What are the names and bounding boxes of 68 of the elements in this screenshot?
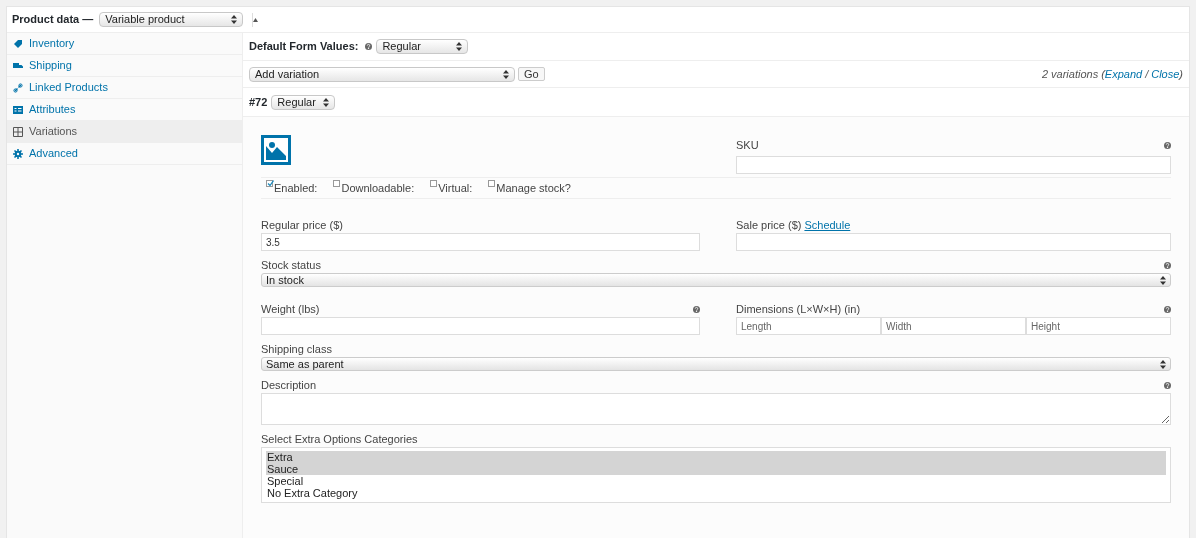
help-icon[interactable] [1164,141,1171,149]
help-icon[interactable] [365,43,373,50]
sku-field[interactable] [736,155,1171,174]
option-checkbox[interactable]: Enabled: [266,182,318,194]
go-button[interactable]: Go [518,67,545,81]
listbox-option[interactable]: Special [266,475,1166,487]
field-label: Dimensions (L×W×H) (in) [736,301,861,317]
expand-link[interactable]: Expand [1104,65,1143,83]
option-checkbox[interactable]: Manage stock? [488,182,571,194]
tag-icon [13,38,23,49]
help-icon[interactable] [1164,261,1171,269]
parenthesis: ) [1179,66,1183,82]
stock-status-select[interactable]: In stock [261,273,1171,287]
field-label: Weight (lbs) [261,301,320,317]
schedule-link[interactable]: Schedule [804,216,851,234]
sidebar-tab[interactable]: Advanced [7,143,242,165]
parenthesis: ( [1101,66,1105,82]
option-checkbox[interactable]: Downloadable: [333,182,415,194]
caret-icon [503,69,509,79]
dimension-field[interactable]: Length [736,317,881,335]
field-label: Shipping class [261,341,332,357]
caret-icon [1160,275,1166,285]
image-placeholder-icon[interactable] [261,135,291,165]
truck-icon [13,60,23,71]
field-label: Regular price ($) [261,217,343,233]
listbox-option[interactable]: Extra [266,451,1166,463]
sidebar-tab[interactable]: Shipping [7,55,242,77]
grid-icon [13,126,23,137]
panel-title: Product data — [12,12,94,28]
field-label: Stock status [261,257,321,273]
product-type-select[interactable]: Variable product [99,12,244,27]
field-label: Sale price ($) [736,217,802,233]
weight-field[interactable] [261,317,700,335]
category-listbox[interactable]: Extra Sauce Special No Extra Category [261,447,1171,503]
caret-icon [231,15,238,24]
collapse-arrow-icon[interactable] [253,17,259,22]
dimension-field[interactable]: Height [1026,317,1171,335]
link-icon [13,82,23,93]
sidebar-tab[interactable]: Variations [7,121,242,143]
dimension-field[interactable]: Width [881,317,1026,335]
shipping-class-select[interactable]: Same as parent [261,357,1171,371]
sidebar-tab[interactable]: Linked Products [7,77,242,99]
field-label: Description [261,377,317,393]
caret-icon [1160,359,1166,369]
variation-number: #72 [249,94,268,110]
bulk-action-select[interactable]: Add variation [249,66,515,82]
listbox-option[interactable]: Sauce [266,463,1166,475]
help-icon[interactable] [693,305,700,313]
gear-icon [13,148,23,159]
description-field[interactable] [261,393,1171,425]
listbox-option[interactable]: No Extra Category [266,487,1166,499]
variation-count: 2 variations [1041,66,1099,82]
field-label: SKU [736,138,759,153]
variation-type-select[interactable]: Regular [271,94,336,110]
option-checkbox[interactable]: Virtual: [430,182,473,194]
caret-icon [323,97,330,107]
field-label: Default Form Values: [249,39,359,55]
default-form-select[interactable]: Regular [376,39,469,54]
help-icon[interactable] [1164,381,1171,389]
sale-price-field[interactable] [736,233,1171,251]
help-icon[interactable] [1164,305,1171,313]
sidebar-tab[interactable]: Inventory [7,33,242,55]
card-icon [13,104,23,115]
separator: / [1145,66,1149,82]
regular-price-field[interactable]: 3.5 [261,233,700,251]
checkmark-icon [267,179,274,187]
field-label: Select Extra Options Categories [261,431,418,447]
caret-icon [456,42,463,51]
